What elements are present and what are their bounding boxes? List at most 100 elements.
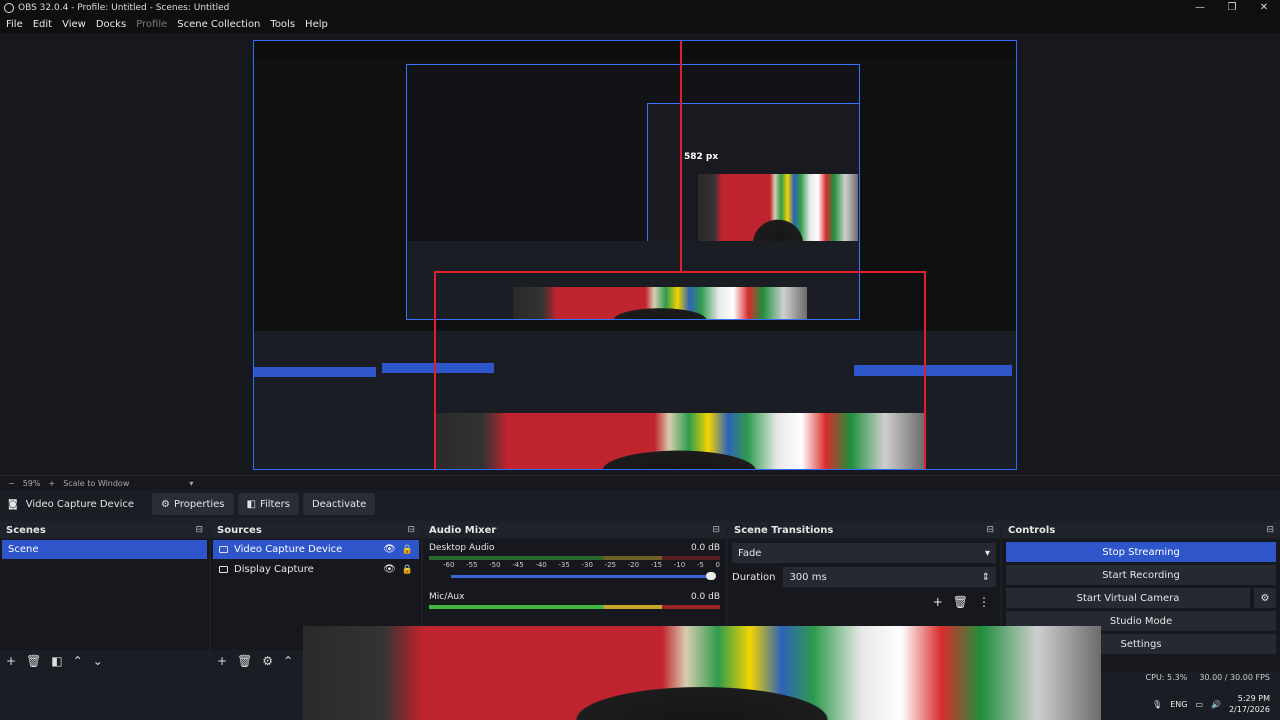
duration-value: 300 ms — [789, 571, 827, 583]
title-bar: OBS 32.0.4 - Profile: Untitled - Scenes:… — [0, 0, 1280, 15]
scenes-dock: Scenes ⊟ Scene + 🗑 ◧ ⌃ ⌄ — [0, 522, 209, 672]
lock-icon[interactable]: 🔒 — [402, 565, 413, 575]
dock-float-icon[interactable]: ⊟ — [712, 525, 720, 535]
camera-icon: ◙ — [8, 498, 18, 510]
clock[interactable]: 5:29 PM 2/17/2026 — [1229, 693, 1270, 715]
filter-icon: ◧ — [246, 498, 256, 510]
meter-tick: -20 — [627, 561, 640, 569]
scenes-list[interactable]: Scene — [0, 539, 209, 650]
nested-preview-2 — [647, 103, 859, 257]
zoom-mode[interactable]: Scale to Window — [63, 479, 129, 488]
sources-dock-header: Sources ⊟ — [211, 522, 421, 538]
zoom-out-button[interactable]: − — [8, 479, 15, 488]
remove-source-icon[interactable]: 🗑 — [237, 654, 252, 668]
scene-filters-icon[interactable]: ◧ — [51, 654, 62, 668]
zoom-mode-dropdown-icon[interactable]: ▾ — [189, 479, 193, 488]
microphone-icon[interactable]: 🎙 — [1152, 700, 1162, 709]
stop-streaming-button[interactable]: Stop Streaming — [1006, 542, 1276, 562]
menu-tools[interactable]: Tools — [264, 19, 299, 30]
audio-mixer-title: Audio Mixer — [429, 524, 497, 536]
dock-float-icon[interactable]: ⊟ — [407, 525, 415, 535]
add-source-icon[interactable]: + — [217, 654, 227, 668]
restore-button[interactable]: ❐ — [1216, 0, 1248, 15]
volume-icon[interactable]: 🔊 — [1211, 700, 1221, 709]
add-scene-icon[interactable]: + — [6, 654, 16, 668]
nested-camera-image-2 — [513, 287, 807, 319]
filters-button[interactable]: ◧ Filters — [237, 493, 299, 515]
volume-slider[interactable] — [451, 572, 716, 580]
scenes-title: Scenes — [6, 524, 46, 536]
menu-file[interactable]: File — [0, 19, 27, 30]
move-source-up-icon[interactable]: ⌃ — [283, 654, 293, 668]
start-virtual-camera-button[interactable]: Start Virtual Camera — [1006, 588, 1250, 608]
source-item[interactable]: Video Capture Device 👁 🔒 — [213, 540, 419, 559]
nested-scene-row — [254, 367, 376, 377]
remove-scene-icon[interactable]: 🗑 — [26, 654, 41, 668]
meter-tick: -5 — [696, 561, 704, 569]
menu-scene-collection[interactable]: Scene Collection — [171, 19, 264, 30]
meter-tick: -10 — [673, 561, 686, 569]
remove-transition-icon[interactable]: 🗑 — [953, 595, 968, 609]
virtual-camera-settings-icon[interactable]: ⚙ — [1254, 588, 1276, 608]
spinner-icon[interactable]: ⇕ — [982, 572, 990, 583]
meter-tick: -60 — [443, 561, 455, 569]
preview-canvas[interactable]: 582 px — [253, 40, 1017, 470]
source-properties-icon[interactable]: ⚙ — [262, 654, 273, 668]
menu-edit[interactable]: Edit — [27, 19, 56, 30]
meter-ticks: -60 -55 -50 -45 -40 -35 -30 -25 -20 -15 … — [429, 561, 720, 569]
menu-profile[interactable]: Profile — [130, 19, 171, 30]
measure-line-vertical — [680, 41, 682, 273]
source-item[interactable]: Display Capture 👁 🔒 — [213, 560, 419, 579]
eye-icon[interactable]: 👁 — [383, 564, 396, 575]
gear-icon: ⚙ — [161, 498, 170, 510]
transition-value: Fade — [738, 547, 762, 559]
scene-item[interactable]: Scene — [2, 540, 207, 559]
add-transition-icon[interactable]: + — [933, 595, 943, 609]
duration-input[interactable]: 300 ms ⇕ — [783, 567, 996, 587]
dock-float-icon[interactable]: ⊟ — [195, 525, 203, 535]
more-options-icon[interactable]: ⋮ — [978, 595, 990, 609]
scenes-dock-header: Scenes ⊟ — [0, 522, 209, 538]
meter-tick: -35 — [558, 561, 570, 569]
eye-icon[interactable]: 👁 — [383, 544, 396, 555]
zoom-bar: − 59% + Scale to Window ▾ — [0, 475, 1280, 490]
deactivate-button[interactable]: Deactivate — [302, 493, 376, 515]
meter-tick: -55 — [466, 561, 478, 569]
language-indicator[interactable]: ENG — [1170, 700, 1187, 709]
nested-camera-image — [698, 174, 858, 244]
meter-tick: -30 — [581, 561, 593, 569]
network-icon[interactable]: ▭ — [1195, 700, 1203, 709]
start-recording-button[interactable]: Start Recording — [1006, 565, 1276, 585]
fps-readout: 30.00 / 30.00 FPS — [1199, 673, 1270, 682]
close-button[interactable]: ✕ — [1248, 0, 1280, 15]
menu-docks[interactable]: Docks — [90, 19, 130, 30]
nested-preview-1 — [406, 64, 860, 320]
sources-title: Sources — [217, 524, 262, 536]
audio-track-label-row: Desktop Audio 0.0 dB — [429, 543, 720, 553]
nested-source-row — [382, 363, 494, 373]
lock-icon[interactable]: 🔒 — [402, 545, 413, 555]
zoom-in-button[interactable]: + — [48, 479, 55, 488]
dock-float-icon[interactable]: ⊟ — [1266, 525, 1274, 535]
scene-transitions-header: Scene Transitions ⊟ — [728, 522, 1000, 538]
meter-tick: -25 — [604, 561, 616, 569]
dock-float-icon[interactable]: ⊟ — [986, 525, 994, 535]
measure-line-left — [434, 271, 436, 469]
chevron-down-icon: ▾ — [984, 547, 990, 559]
measure-label: 582 px — [684, 152, 719, 162]
menu-view[interactable]: View — [56, 19, 90, 30]
menu-bar: File Edit View Docks Profile Scene Colle… — [0, 15, 1280, 33]
audio-track-name: Desktop Audio — [429, 543, 495, 553]
transition-select[interactable]: Fade ▾ — [732, 543, 996, 563]
minimize-button[interactable]: — — [1184, 0, 1216, 15]
properties-button[interactable]: ⚙ Properties — [152, 493, 234, 515]
move-scene-up-icon[interactable]: ⌃ — [73, 654, 83, 668]
audio-track-label-row: Mic/Aux 0.0 dB — [429, 592, 720, 602]
nested-stop-streaming — [854, 365, 1012, 376]
menu-help[interactable]: Help — [299, 19, 332, 30]
measure-line-right — [924, 271, 926, 469]
window-title: OBS 32.0.4 - Profile: Untitled - Scenes:… — [18, 2, 230, 13]
move-scene-down-icon[interactable]: ⌄ — [93, 654, 103, 668]
audio-mixer-header: Audio Mixer ⊟ — [423, 522, 726, 538]
camera-capture-image — [303, 626, 1101, 720]
